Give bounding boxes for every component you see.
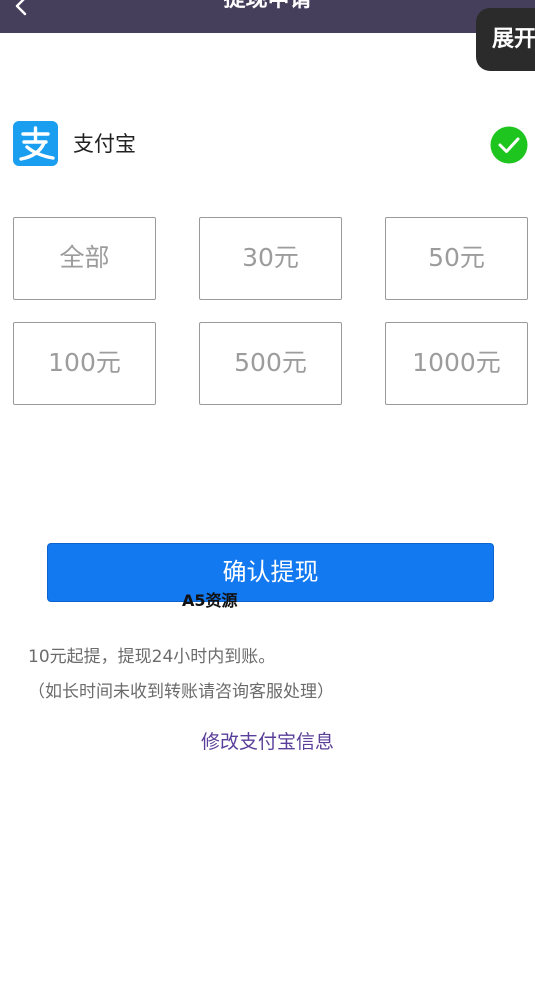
confirm-withdraw-button[interactable]: 确认提现 (47, 543, 494, 602)
page-title: 提现申请 (0, 0, 535, 16)
payment-method-label: 支付宝 (73, 132, 136, 156)
amount-option-30[interactable]: 30元 (199, 217, 342, 300)
amount-option-500[interactable]: 500元 (199, 322, 342, 405)
withdraw-rule-note: 10元起提，提现24小时内到账。 (28, 647, 276, 667)
support-note: （如长时间未收到转账请咨询客服处理） (28, 682, 334, 702)
amount-option-1000[interactable]: 1000元 (385, 322, 528, 405)
expand-button[interactable]: 展开 (476, 8, 535, 71)
check-circle-icon (490, 126, 528, 164)
watermark-text: A5资源 (182, 591, 238, 610)
amount-option-100[interactable]: 100元 (13, 322, 156, 405)
top-nav-bar: 提现申请 (0, 0, 535, 33)
edit-alipay-info-link[interactable]: 修改支付宝信息 (0, 729, 535, 755)
payment-method-row[interactable]: 支付宝 (0, 110, 535, 180)
amount-option-50[interactable]: 50元 (385, 217, 528, 300)
alipay-logo-icon (13, 121, 58, 166)
amount-option-all[interactable]: 全部 (13, 217, 156, 300)
